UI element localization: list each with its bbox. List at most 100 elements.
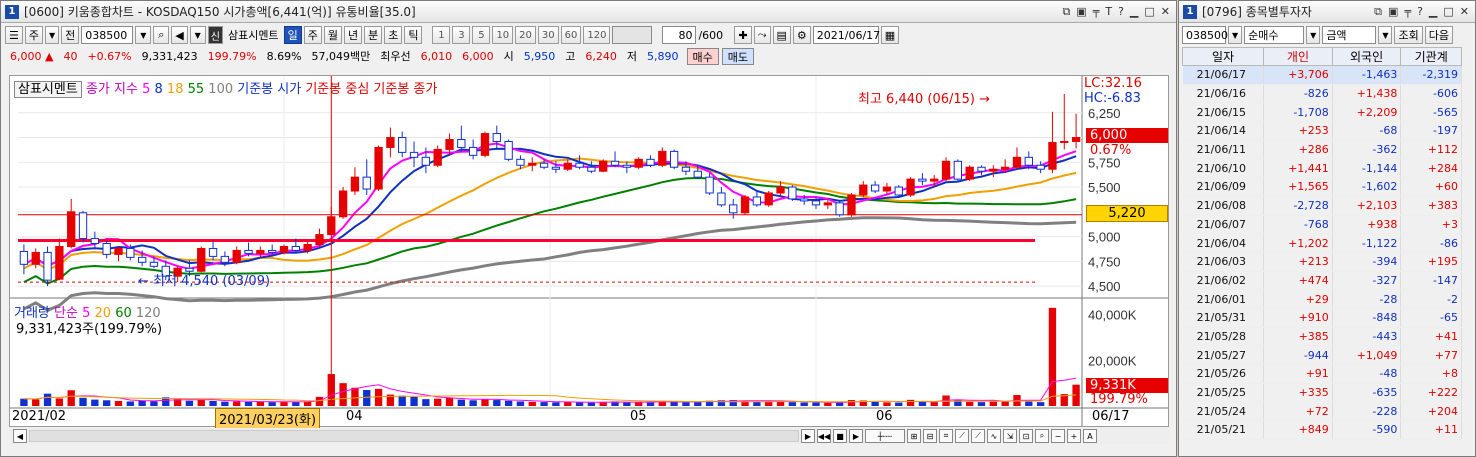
auto-icon[interactable]: A <box>1083 429 1097 443</box>
table-row[interactable]: 21/06/17 +3,706 -1,463 -2,319 <box>1182 65 1462 85</box>
interval-20[interactable]: 20 <box>515 26 536 44</box>
link-icon[interactable]: ⧉ <box>1062 5 1070 19</box>
minimize-icon[interactable]: ▁ <box>1429 5 1437 19</box>
crosshair-icon[interactable]: ✚ <box>734 26 752 44</box>
play-icon[interactable]: ▶ <box>849 429 863 443</box>
help-icon[interactable]: ? <box>1417 5 1423 19</box>
table-row[interactable]: 21/06/11 +286 -362 +112 <box>1182 140 1462 160</box>
table-row[interactable]: 21/06/15 -1,708 +2,209 -565 <box>1182 102 1462 123</box>
stop-icon[interactable]: ■ <box>833 429 847 443</box>
disk-icon[interactable]: ▤ <box>772 26 791 44</box>
table-row[interactable]: 21/06/10 +1,441 -1,144 +284 <box>1182 158 1462 179</box>
table-row[interactable]: 21/06/16 -826 +1,438 -606 <box>1182 84 1462 104</box>
table-row[interactable]: 21/06/01 +29 -28 -2 <box>1182 289 1462 309</box>
col-date[interactable]: 일자 <box>1181 47 1265 66</box>
line-tool-icon[interactable]: ⤳ <box>753 26 771 44</box>
display-count-input[interactable]: 80 <box>662 26 697 44</box>
zoom-out-icon[interactable]: − <box>1051 429 1065 443</box>
save-icon[interactable]: ▣ <box>1076 5 1086 19</box>
close-icon[interactable]: ✕ <box>1460 5 1469 19</box>
tab-second[interactable]: 초 <box>384 26 403 44</box>
unit-select[interactable]: 금액 <box>1322 26 1377 44</box>
tab-month[interactable]: 월 <box>323 26 342 44</box>
tab-minute[interactable]: 분 <box>364 26 383 44</box>
mode-dropdown-icon[interactable]: ▼ <box>1306 26 1321 44</box>
date-input[interactable]: 2021/06/17 <box>812 26 880 44</box>
investor-titlebar[interactable]: 1 [0796] 종목별투자자 ⧉ ▣ ╤ ? ▁ □ ✕ <box>1179 1 1475 23</box>
interval-60[interactable]: 60 <box>560 26 582 44</box>
trend-icon[interactable]: ⟋ <box>955 429 969 443</box>
interval-5[interactable]: 5 <box>472 26 491 44</box>
close-icon[interactable]: ✕ <box>1161 5 1170 19</box>
unit-dropdown-icon[interactable]: ▼ <box>1378 26 1393 44</box>
price-volume-chart[interactable]: 6,2505,7505,5005,2505,0004,7504,50040,00… <box>10 76 1168 426</box>
rewind-icon[interactable]: ◀◀ <box>817 429 831 443</box>
table-row[interactable]: 21/05/31 +910 -848 -65 <box>1182 308 1462 328</box>
menu-icon[interactable]: ☰ <box>5 26 23 44</box>
legend-stock-name[interactable]: 삼표시멘트 <box>14 81 82 98</box>
mode-select[interactable]: 순매수 <box>1244 26 1305 44</box>
interval-3[interactable]: 3 <box>452 26 471 44</box>
period-week-button[interactable]: 주 <box>24 26 43 44</box>
custom-interval-input[interactable] <box>612 26 653 44</box>
sound-icon[interactable]: ◀ <box>171 26 188 44</box>
stock-code-input[interactable]: 038500 <box>81 26 134 44</box>
table-row[interactable]: 21/06/03 +213 -394 +195 <box>1182 252 1462 272</box>
tab-tick[interactable]: 틱 <box>404 26 423 44</box>
speed-slider[interactable]: ┼┄┄ <box>865 429 905 443</box>
period-dropdown-icon[interactable]: ▼ <box>45 26 60 44</box>
range-icon[interactable]: ⇲ <box>1003 429 1017 443</box>
table-row[interactable]: 21/05/24 +72 -228 +204 <box>1182 401 1462 422</box>
tab-week[interactable]: 주 <box>303 26 322 44</box>
table-row[interactable]: 21/05/25 +335 -635 +222 <box>1182 383 1462 403</box>
zoom-area-icon[interactable]: ⌗ <box>939 429 953 443</box>
table-row[interactable]: 21/05/21 +849 -590 +11 <box>1182 420 1462 440</box>
arrow-dropdown-icon[interactable]: ▼ <box>189 26 206 44</box>
query-button[interactable]: 조회 <box>1394 26 1423 44</box>
col-foreign[interactable]: 외국인 <box>1331 47 1402 66</box>
link-icon[interactable]: ⧉ <box>1374 5 1382 19</box>
table-row[interactable]: 21/06/02 +474 -327 -147 <box>1182 271 1462 291</box>
col-institution[interactable]: 기관계 <box>1400 47 1462 66</box>
prev-button[interactable]: 전 <box>61 26 80 44</box>
layout-icon[interactable]: ⊡ <box>1019 429 1033 443</box>
interval-1[interactable]: 1 <box>432 26 451 44</box>
maximize-icon[interactable]: □ <box>1443 5 1453 19</box>
table-row[interactable]: 21/06/14 +253 -68 -197 <box>1182 121 1462 141</box>
table-row[interactable]: 21/06/07 -768 +938 +3 <box>1182 215 1462 235</box>
fib-icon[interactable]: ⟋ <box>971 429 985 443</box>
col-individual[interactable]: 개인 <box>1263 47 1333 66</box>
gear-icon[interactable]: ⚙ <box>792 26 811 44</box>
interval-120[interactable]: 120 <box>583 26 611 44</box>
table-row[interactable]: 21/05/27 -944 +1,049 +77 <box>1182 345 1462 365</box>
calendar-icon[interactable]: ▦ <box>880 26 900 44</box>
interval-30[interactable]: 30 <box>537 26 559 44</box>
chart-tool-icon[interactable]: ⊟ <box>923 429 937 443</box>
zoom-icon[interactable]: ⌕ <box>1035 429 1049 443</box>
search-icon[interactable]: ⌕ <box>153 26 170 44</box>
grid-tool-icon[interactable]: ⊞ <box>907 429 921 443</box>
scroll-right-icon[interactable]: ▶ <box>801 429 815 443</box>
maximize-icon[interactable]: □ <box>1144 5 1154 19</box>
table-row[interactable]: 21/05/28 +385 -443 +41 <box>1182 327 1462 347</box>
table-row[interactable]: 21/06/04 +1,202 -1,122 -86 <box>1182 233 1462 253</box>
chart-area[interactable]: 6,2505,7505,5005,2505,0004,7504,50040,00… <box>9 75 1169 429</box>
interval-10[interactable]: 10 <box>492 26 514 44</box>
font-icon[interactable]: T <box>1105 5 1112 19</box>
zoom-in-icon[interactable]: + <box>1067 429 1081 443</box>
investor-code-input[interactable]: 038500 <box>1182 26 1228 44</box>
next-button[interactable]: 다음 <box>1424 26 1453 44</box>
table-row[interactable]: 21/06/08 -2,728 +2,103 +383 <box>1182 196 1462 216</box>
tab-day[interactable]: 일 <box>283 26 302 44</box>
scroll-left-icon[interactable]: ◀ <box>13 429 27 443</box>
chart-scrollbar[interactable] <box>29 430 799 442</box>
pin-icon[interactable]: ╤ <box>1093 5 1100 19</box>
tab-year[interactable]: 년 <box>343 26 363 44</box>
code-dropdown-icon[interactable]: ▼ <box>1228 26 1243 44</box>
table-row[interactable]: 21/05/26 +91 -48 +8 <box>1182 364 1462 384</box>
chart-titlebar[interactable]: 1 [0600] 키움종합차트 - KOSDAQ150 시가총액[6,441(억… <box>1 1 1176 23</box>
buy-button[interactable]: 매수 <box>686 47 719 65</box>
save-icon[interactable]: ▣ <box>1388 5 1398 19</box>
help-icon[interactable]: ? <box>1118 5 1124 19</box>
minimize-icon[interactable]: ▁ <box>1130 5 1138 19</box>
